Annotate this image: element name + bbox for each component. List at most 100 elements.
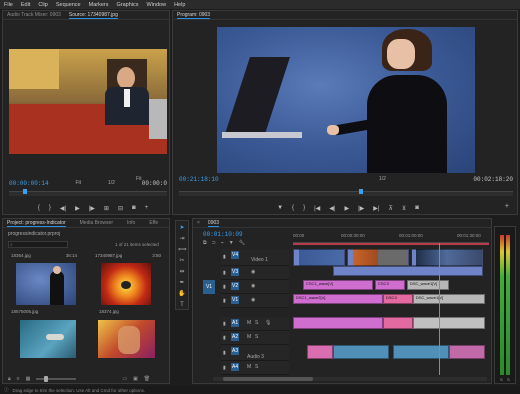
solo-button[interactable]: S: [255, 320, 258, 326]
track-v2[interactable]: CSC1_wave[V] CSC3 DSC_wave1[V]: [293, 280, 487, 294]
timeline-timecode[interactable]: 00:01:10:09: [203, 231, 243, 238]
source-patch-v1[interactable]: V1: [203, 280, 215, 294]
lock-icon[interactable]: ▮: [223, 350, 226, 356]
track-header-v4[interactable]: ▮ V4 Video 1: [221, 249, 289, 266]
audio-clip-a3-c[interactable]: [393, 345, 449, 359]
clip-v2-b[interactable]: CSC3: [375, 280, 405, 290]
tab-source[interactable]: Source: 17340987.jpg: [68, 12, 118, 19]
lift-icon[interactable]: ⊼: [388, 205, 392, 212]
mute-button[interactable]: M: [247, 364, 251, 370]
track-header-a2[interactable]: ▮ A2 M S: [221, 331, 289, 345]
program-scrubber[interactable]: [179, 189, 513, 196]
menu-sequence[interactable]: Sequence: [56, 2, 81, 8]
microphone-icon[interactable]: 🎙︎: [265, 320, 271, 326]
menu-markers[interactable]: Markers: [89, 2, 109, 8]
linked-icon[interactable]: ⌁: [221, 240, 224, 246]
track-a4[interactable]: [293, 361, 487, 375]
solo-button[interactable]: S: [255, 334, 258, 340]
source-resolution[interactable]: 1/2: [108, 180, 115, 186]
track-v3[interactable]: [293, 266, 487, 280]
solo-left-button[interactable]: S: [500, 377, 503, 382]
lock-icon[interactable]: ▮: [223, 298, 226, 304]
source-fit-select[interactable]: Fit: [75, 180, 81, 186]
step-back-icon[interactable]: ◀|: [60, 205, 66, 212]
add-icon[interactable]: +: [145, 205, 149, 211]
lock-icon[interactable]: ▮: [223, 321, 226, 327]
menu-window[interactable]: Window: [147, 2, 167, 8]
mark-out-icon[interactable]: }: [303, 205, 305, 211]
program-playhead[interactable]: [359, 189, 363, 194]
track-a3[interactable]: [293, 345, 487, 361]
track-target[interactable]: A1: [231, 319, 240, 327]
clip-v1-b[interactable]: DSC3: [383, 294, 413, 304]
audio-clip-a3-b[interactable]: [333, 345, 389, 359]
track-header-a3[interactable]: ▮ A3 Audio 3: [221, 345, 289, 361]
track-a2[interactable]: [293, 331, 487, 345]
tab-info[interactable]: Info: [127, 220, 135, 226]
insert-icon[interactable]: ⊞: [104, 205, 109, 212]
clip-v1-a[interactable]: DSC1_wave2[V]: [293, 294, 383, 304]
lock-icon[interactable]: 🔒︎: [8, 376, 11, 382]
close-icon[interactable]: ×: [197, 220, 200, 226]
eye-icon[interactable]: ◉: [251, 269, 255, 275]
clip-v4-a[interactable]: [293, 249, 345, 266]
type-tool-icon[interactable]: T: [178, 301, 186, 309]
pen-icon[interactable]: ✒: [178, 279, 186, 287]
project-thumbnail-1[interactable]: [16, 263, 76, 305]
clip-v1-c[interactable]: DSC_wave1[V]: [413, 294, 485, 304]
track-target[interactable]: A4: [231, 363, 240, 371]
lock-icon[interactable]: ▮: [223, 335, 226, 341]
snap-icon[interactable]: ⊃: [212, 240, 216, 246]
menu-file[interactable]: File: [4, 2, 13, 8]
project-thumbnail-4[interactable]: [98, 320, 155, 358]
clip-v4-b[interactable]: [347, 249, 409, 266]
program-resolution[interactable]: 1/2: [379, 176, 386, 182]
track-target[interactable]: A3: [231, 347, 240, 355]
play-icon[interactable]: ▶: [344, 205, 349, 212]
eye-icon[interactable]: ◉: [251, 297, 255, 303]
play-icon[interactable]: ▶: [75, 205, 80, 212]
selection-tool-icon[interactable]: ➤: [178, 224, 186, 232]
tab-program[interactable]: Program: 0903: [177, 12, 211, 19]
trash-icon[interactable]: 🗑︎: [144, 376, 150, 382]
lock-icon[interactable]: ▮: [223, 254, 226, 260]
track-header-v3[interactable]: ▮ V3 ◉: [221, 266, 289, 280]
mark-in-icon[interactable]: {: [292, 205, 294, 211]
go-to-out-icon[interactable]: ▶|: [373, 205, 379, 212]
settings-icon[interactable]: 🔧︎: [239, 240, 245, 246]
menu-help[interactable]: Help: [174, 2, 185, 8]
go-to-in-icon[interactable]: |◀: [314, 205, 320, 212]
eye-icon[interactable]: ◉: [251, 283, 255, 289]
track-a1[interactable]: [293, 317, 487, 331]
mute-button[interactable]: M: [247, 320, 251, 326]
track-target[interactable]: V1: [231, 296, 240, 304]
menu-graphics[interactable]: Graphics: [117, 2, 139, 8]
project-thumbnail-3[interactable]: [20, 320, 76, 358]
list-view-icon[interactable]: ≡: [17, 376, 20, 382]
lock-icon[interactable]: ▮: [223, 365, 226, 371]
source-timecode[interactable]: 00:00:00:14: [9, 180, 49, 187]
mute-button[interactable]: M: [247, 334, 251, 340]
mark-in-icon[interactable]: {: [38, 205, 40, 211]
zoom-slider[interactable]: [36, 375, 77, 382]
track-target[interactable]: V3: [231, 268, 240, 276]
solo-right-button[interactable]: S: [507, 377, 510, 382]
track-v4[interactable]: [293, 249, 487, 266]
timeline-scrollbar[interactable]: [213, 377, 487, 381]
track-header-a4[interactable]: ▮ A4 M S: [221, 361, 289, 375]
source-playhead[interactable]: [23, 189, 27, 194]
ripple-edit-icon[interactable]: ⟺: [178, 246, 187, 254]
audio-clip-a1-b[interactable]: [383, 317, 413, 329]
tab-sequence[interactable]: 0903: [207, 220, 220, 227]
nest-icon[interactable]: ⧉: [203, 240, 207, 246]
hand-icon[interactable]: ✋: [178, 290, 186, 298]
timeline-playhead[interactable]: [439, 243, 440, 375]
track-target[interactable]: A2: [231, 333, 240, 341]
clip-v4-c[interactable]: [411, 249, 483, 266]
step-back-icon[interactable]: ◀|: [329, 205, 335, 212]
extract-icon[interactable]: ⊻: [402, 205, 406, 212]
mark-out-icon[interactable]: }: [49, 205, 51, 211]
project-search-field[interactable]: ⌕: [8, 241, 68, 248]
overwrite-icon[interactable]: ⊟: [118, 205, 123, 212]
marker-icon[interactable]: ▼: [229, 240, 234, 246]
